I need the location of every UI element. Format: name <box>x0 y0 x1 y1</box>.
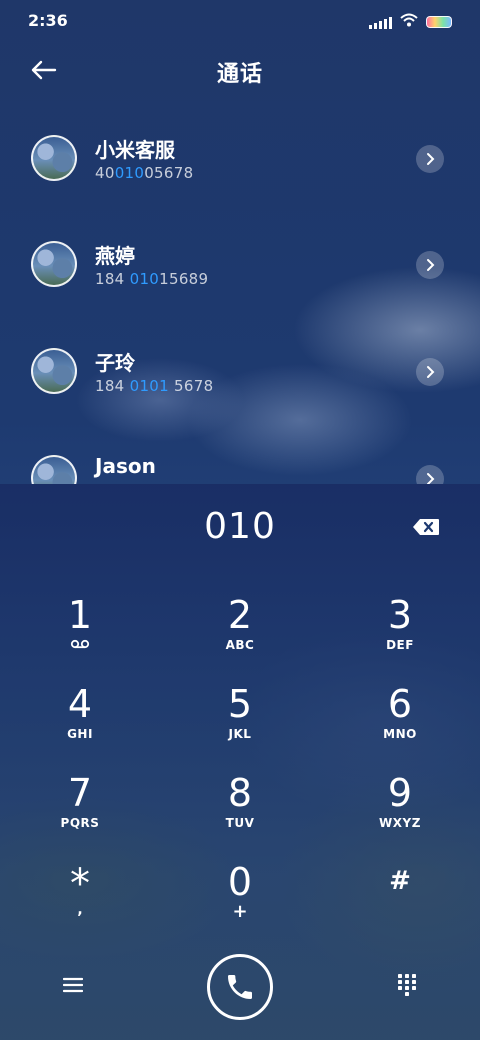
key-1[interactable]: 1 <box>20 594 140 674</box>
contact-name: Jason <box>95 454 156 478</box>
contact-item[interactable]: 子玲 184 0101 5678 <box>0 323 480 423</box>
contact-suggestions-list: 小米客服 4001005678 燕婷 184 01015689 子玲 184 0… <box>0 110 480 484</box>
backspace-icon <box>413 519 439 535</box>
key-7[interactable]: 7 PQRS <box>20 772 140 852</box>
avatar <box>31 135 77 181</box>
header: 通话 <box>0 44 480 96</box>
menu-button[interactable] <box>56 968 90 1002</box>
status-time: 2:36 <box>28 11 68 30</box>
menu-icon <box>63 977 83 993</box>
chevron-right-icon <box>427 259 435 271</box>
key-hash[interactable]: # <box>340 861 460 941</box>
contact-number: 4001005678 <box>95 164 194 182</box>
key-4[interactable]: 4 GHI <box>20 683 140 763</box>
signal-icon <box>369 15 392 29</box>
key-5[interactable]: 5 JKL <box>180 683 300 763</box>
key-8[interactable]: 8 TUV <box>180 772 300 852</box>
dialpad-icon <box>398 974 416 996</box>
contact-name: 子玲 <box>95 351 135 375</box>
call-button[interactable] <box>207 954 273 1020</box>
contact-detail-button[interactable] <box>416 145 444 173</box>
contact-item[interactable]: 燕婷 184 01015689 <box>0 216 480 316</box>
phone-icon <box>228 975 252 999</box>
key-6[interactable]: 6 MNO <box>340 683 460 763</box>
wifi-icon <box>400 12 418 31</box>
key-9[interactable]: 9 WXYZ <box>340 772 460 852</box>
chevron-right-icon <box>427 366 435 378</box>
contact-name: 燕婷 <box>95 244 135 268</box>
key-2[interactable]: 2 ABC <box>180 594 300 674</box>
contact-detail-button[interactable] <box>416 358 444 386</box>
status-icons <box>369 12 452 31</box>
page-title: 通话 <box>216 62 263 87</box>
contact-name: 小米客服 <box>95 138 175 162</box>
avatar <box>31 348 77 394</box>
chevron-right-icon <box>427 153 435 165</box>
chevron-right-icon <box>427 473 435 484</box>
status-bar: 2:36 <box>0 0 480 40</box>
voicemail-icon <box>20 638 140 652</box>
key-0[interactable]: 0 + <box>180 861 300 941</box>
dialpad-toggle-button[interactable] <box>390 968 424 1002</box>
battery-icon <box>426 15 452 28</box>
contact-number: 184 01015689 <box>95 270 209 288</box>
contact-detail-button[interactable] <box>416 251 444 279</box>
backspace-button[interactable] <box>408 514 444 540</box>
contact-detail-button[interactable] <box>416 465 444 484</box>
contact-item[interactable]: Jason <box>0 430 480 484</box>
avatar <box>31 455 77 484</box>
key-star[interactable]: * , <box>20 861 140 941</box>
avatar <box>31 241 77 287</box>
contact-number: 184 0101 5678 <box>95 377 214 395</box>
key-3[interactable]: 3 DEF <box>340 594 460 674</box>
contact-item[interactable]: 小米客服 4001005678 <box>0 110 480 210</box>
